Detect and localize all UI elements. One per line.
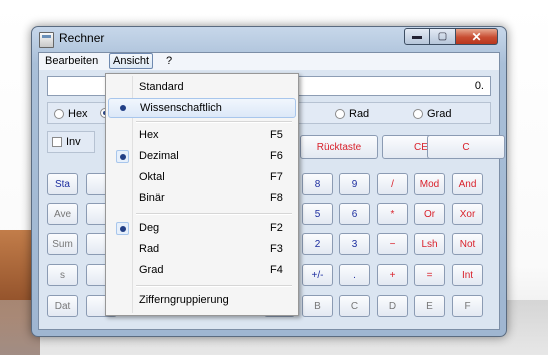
menu-help[interactable]: ? — [163, 54, 175, 68]
key-decimal[interactable]: . — [339, 264, 370, 286]
menu-bearbeiten[interactable]: Bearbeiten — [42, 54, 101, 68]
dat-button[interactable]: Dat — [47, 295, 78, 317]
key-6[interactable]: 6 — [339, 203, 370, 225]
ave-button[interactable]: Ave — [47, 203, 78, 225]
menu-item-rad[interactable]: Rad F3 — [108, 240, 296, 260]
menu-item-grad-label: Grad — [139, 264, 164, 276]
radio-hex-dot[interactable] — [54, 109, 64, 119]
key-3[interactable]: 3 — [339, 233, 370, 255]
key-lsh[interactable]: Lsh — [414, 233, 445, 255]
inv-checkbox[interactable] — [52, 137, 62, 147]
menu-separator — [136, 213, 292, 215]
key-d[interactable]: D — [377, 295, 408, 317]
inv-checkbox-group[interactable]: Inv — [47, 131, 95, 153]
key-minus[interactable]: − — [377, 233, 408, 255]
radio-grad-label: Grad — [427, 108, 452, 120]
ansicht-dropdown-menu: Standard Wissenschaftlich Hex F5 Dezimal… — [105, 73, 299, 316]
radio-hex-label: Hex — [68, 108, 88, 120]
menu-item-dezimal[interactable]: Dezimal F6 — [108, 147, 296, 167]
calculator-icon — [39, 32, 54, 48]
menu-item-dezimal-label: Dezimal — [139, 150, 179, 162]
menu-item-standard-label: Standard — [139, 81, 184, 93]
key-int[interactable]: Int — [452, 264, 483, 286]
menu-item-binaer-label: Binär — [139, 192, 165, 204]
menu-item-rad-shortcut: F3 — [270, 243, 283, 255]
s-button[interactable]: s — [47, 264, 78, 286]
key-5[interactable]: 5 — [302, 203, 333, 225]
key-c[interactable]: C — [339, 295, 370, 317]
sum-button[interactable]: Sum — [47, 233, 78, 255]
menu-item-oktal-shortcut: F7 — [270, 171, 283, 183]
key-b[interactable]: B — [302, 295, 333, 317]
radio-rad[interactable]: Rad — [335, 108, 369, 120]
menu-item-grad[interactable]: Grad F4 — [108, 261, 296, 281]
key-sign[interactable]: +/- — [302, 264, 333, 286]
key-mod[interactable]: Mod — [414, 173, 445, 195]
menu-separator — [136, 121, 292, 123]
inv-label: Inv — [66, 136, 81, 148]
radio-bullet-icon — [116, 222, 129, 235]
key-f[interactable]: F — [452, 295, 483, 317]
menu-item-binaer[interactable]: Binär F8 — [108, 189, 296, 209]
c-button[interactable]: C — [427, 135, 505, 159]
menu-item-standard[interactable]: Standard — [108, 78, 296, 98]
key-or[interactable]: Or — [414, 203, 445, 225]
menu-item-deg[interactable]: Deg F2 — [108, 219, 296, 239]
key-2[interactable]: 2 — [302, 233, 333, 255]
minimize-button[interactable]: ▬ — [404, 28, 430, 45]
menu-item-rad-label: Rad — [139, 243, 160, 255]
key-equals[interactable]: = — [414, 264, 445, 286]
maximize-button[interactable]: ▢ — [430, 28, 456, 45]
menu-item-binaer-shortcut: F8 — [270, 192, 283, 204]
menu-item-dezimal-shortcut: F6 — [270, 150, 283, 162]
menu-separator — [136, 285, 292, 287]
key-8[interactable]: 8 — [302, 173, 333, 195]
backspace-button[interactable]: Rücktaste — [300, 135, 378, 159]
radio-hex[interactable]: Hex — [54, 108, 88, 120]
radio-grad-dot[interactable] — [413, 109, 423, 119]
radio-grad[interactable]: Grad — [413, 108, 451, 120]
menu-bar: Bearbeiten Ansicht ? — [39, 53, 499, 70]
radio-bullet-icon — [116, 150, 129, 163]
radio-rad-label: Rad — [349, 108, 370, 120]
key-e[interactable]: E — [414, 295, 445, 317]
key-9[interactable]: 9 — [339, 173, 370, 195]
radio-rad-dot[interactable] — [335, 109, 345, 119]
menu-item-oktal[interactable]: Oktal F7 — [108, 168, 296, 188]
menu-item-grouping-label: Zifferngruppierung — [139, 294, 229, 306]
menu-item-hex-shortcut: F5 — [270, 129, 283, 141]
sta-button[interactable]: Sta — [47, 173, 78, 195]
key-and[interactable]: And — [452, 173, 483, 195]
menu-item-deg-shortcut: F2 — [270, 222, 283, 234]
window-title: Rechner — [59, 31, 105, 45]
key-divide[interactable]: / — [377, 173, 408, 195]
menu-item-grad-shortcut: F4 — [270, 264, 283, 276]
menu-item-scientific[interactable]: Wissenschaftlich — [108, 98, 296, 118]
menu-item-deg-label: Deg — [139, 222, 160, 234]
close-button[interactable]: ✕ — [456, 28, 498, 45]
key-xor[interactable]: Xor — [452, 203, 483, 225]
key-multiply[interactable]: * — [377, 203, 408, 225]
key-not[interactable]: Not — [452, 233, 483, 255]
menu-item-hex-label: Hex — [139, 129, 159, 141]
radio-bullet-icon — [117, 102, 130, 115]
menu-item-grouping[interactable]: Zifferngruppierung — [108, 291, 296, 311]
menu-ansicht[interactable]: Ansicht — [109, 53, 154, 69]
menu-item-scientific-label: Wissenschaftlich — [140, 102, 222, 114]
menu-item-hex[interactable]: Hex F5 — [108, 126, 296, 146]
key-plus[interactable]: + — [377, 264, 408, 286]
title-bar[interactable]: Rechner ▬ ▢ ✕ — [32, 27, 506, 49]
menu-item-oktal-label: Oktal — [139, 171, 165, 183]
display-value: 0. — [474, 80, 484, 92]
